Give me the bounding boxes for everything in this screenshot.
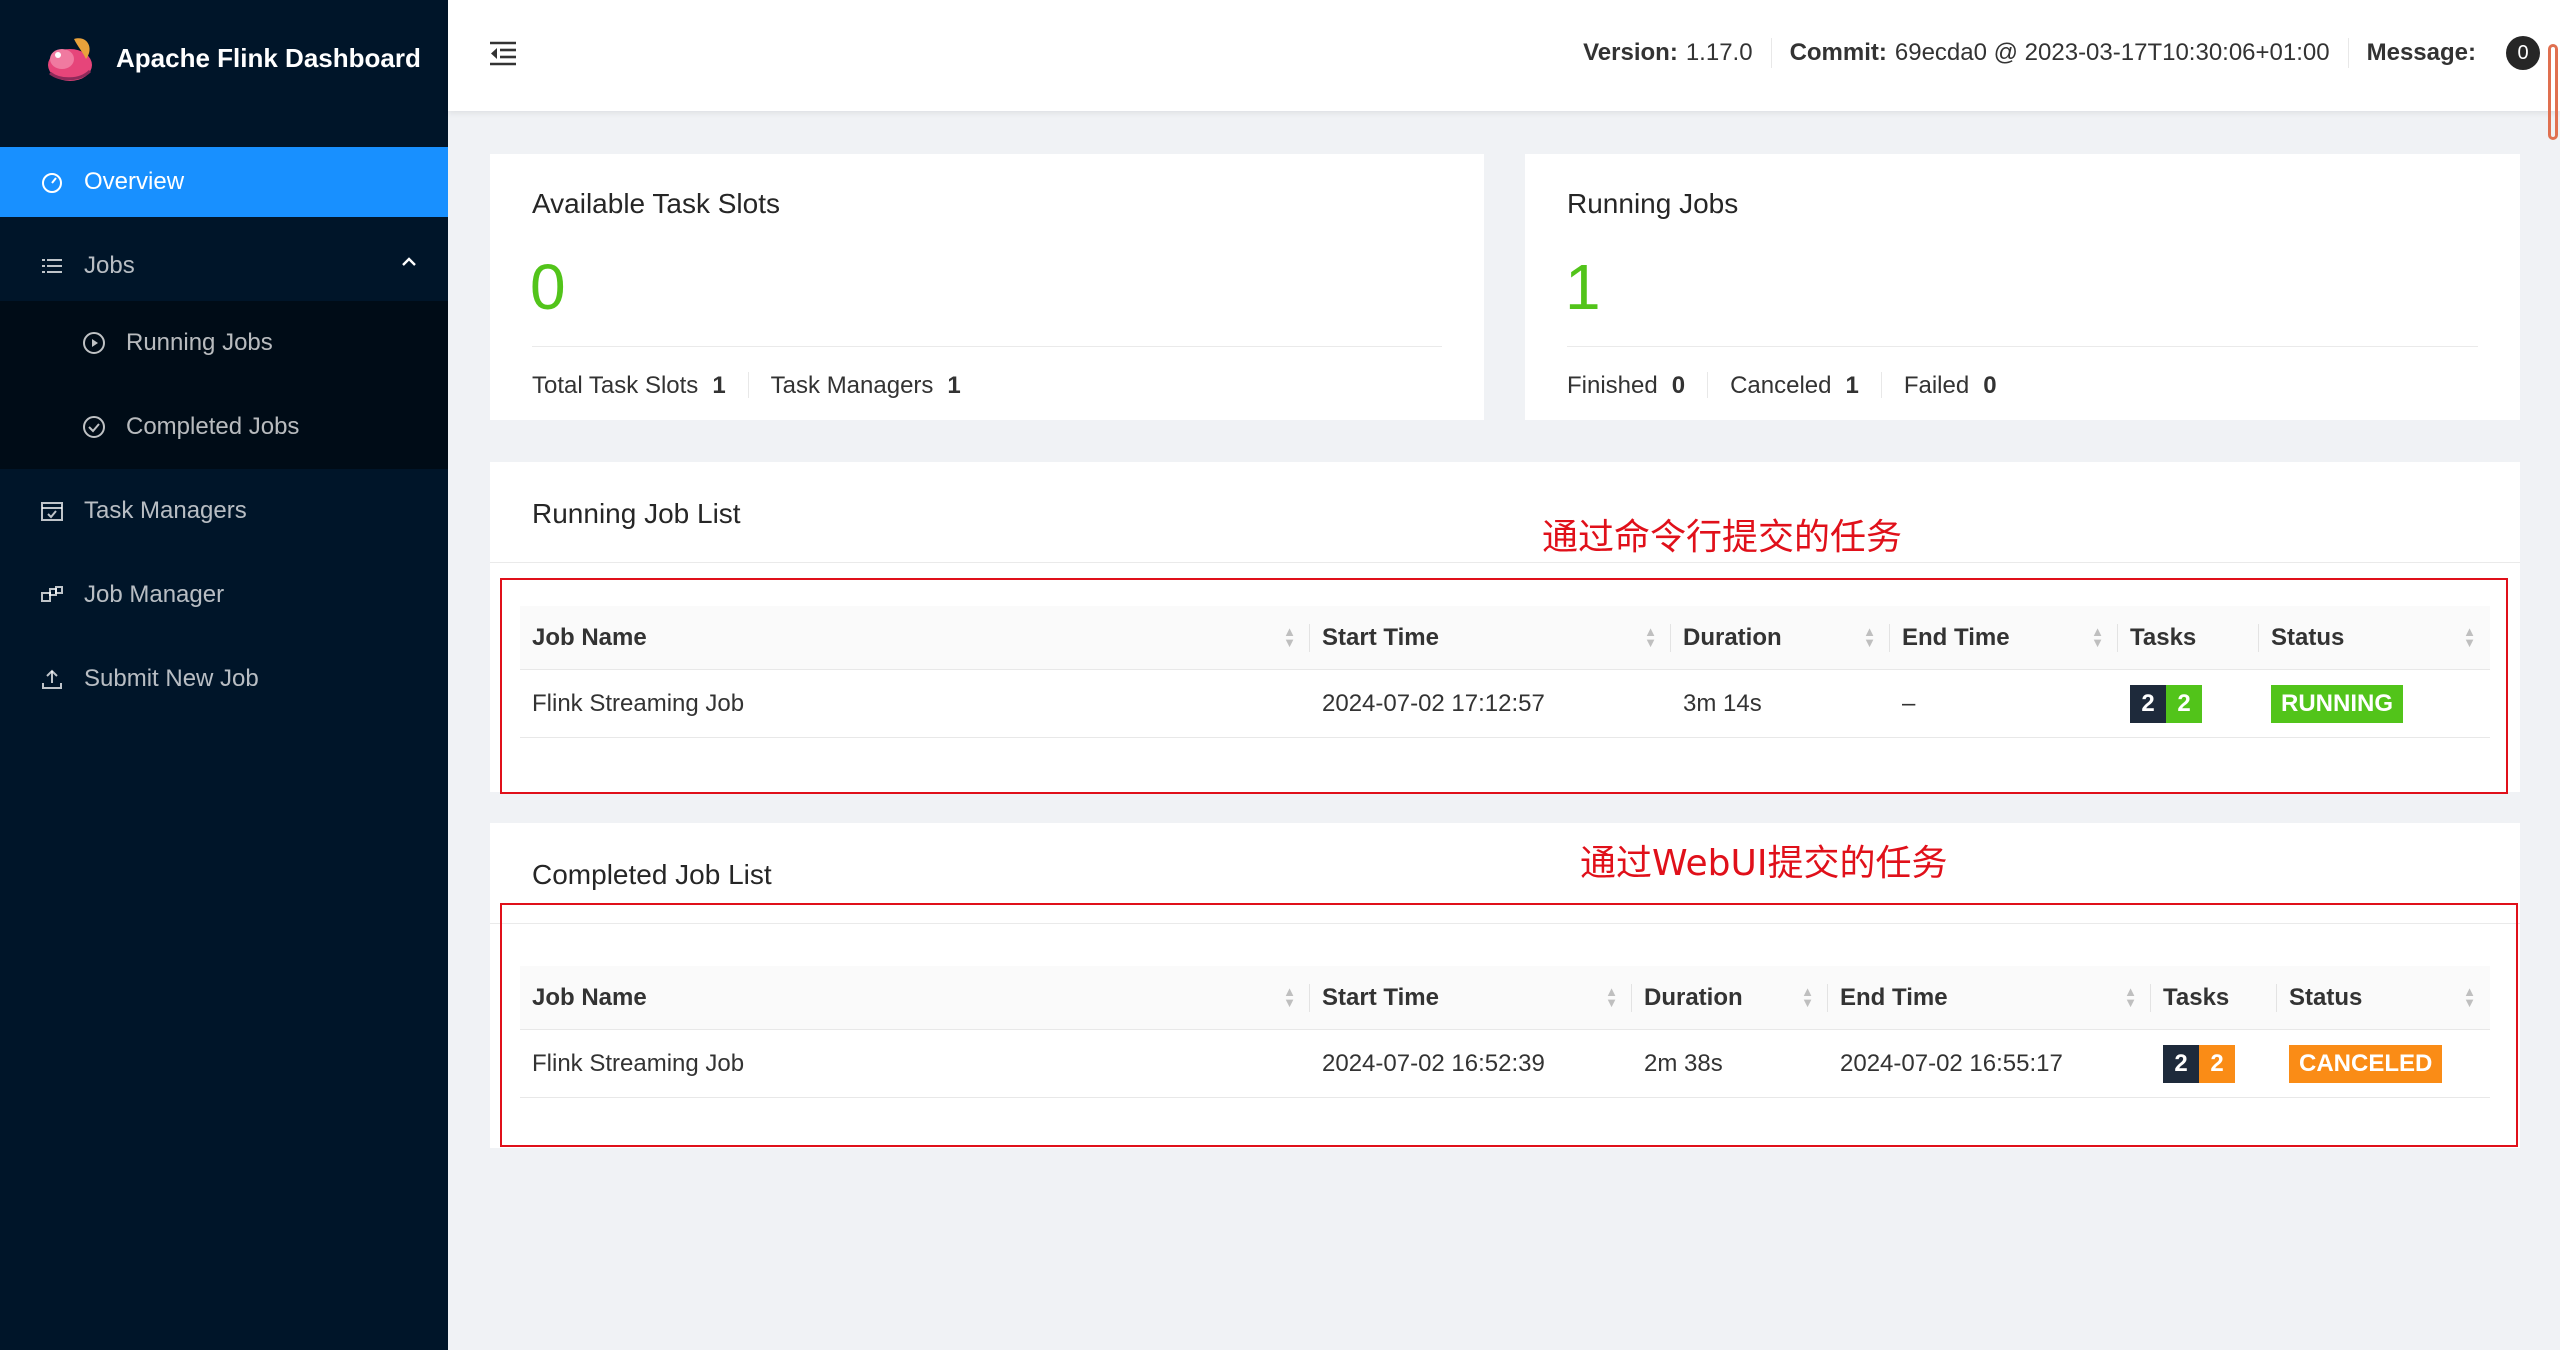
sidebar-item-label: Task Managers: [84, 497, 247, 524]
header-info: Version: 1.17.0 Commit: 69ecda0 @ 2023-0…: [1583, 36, 2540, 70]
sidebar: Apache Flink Dashboard Overview Jobs Run…: [0, 0, 448, 1350]
finished-count: Finished 0: [1567, 372, 1685, 400]
sidebar-item-label: Jobs: [84, 252, 135, 279]
sidebar-item-label: Completed Jobs: [126, 413, 300, 440]
sidebar-item-job-manager[interactable]: Job Manager: [0, 553, 448, 637]
annotation-completed-box: [500, 903, 2518, 1147]
canceled-label: Canceled: [1730, 372, 1832, 399]
divider: [747, 372, 749, 398]
failed-label: Failed: [1903, 372, 1970, 399]
total-slots: Total Task Slots 1: [532, 372, 726, 400]
card-footer: Finished 0 Canceled 1 Failed 0: [1567, 372, 1997, 400]
failed-value: 0: [1983, 372, 1997, 399]
sidebar-item-label: Submit New Job: [84, 665, 259, 692]
total-slots-value: 1: [712, 372, 726, 399]
divider: [1567, 346, 2478, 347]
sidebar-item-task-managers[interactable]: Task Managers: [0, 469, 448, 553]
menu-fold-icon[interactable]: [488, 38, 518, 68]
version-label: Version:: [1583, 39, 1678, 66]
sidebar-item-completed-jobs[interactable]: Completed Jobs: [0, 385, 448, 469]
annotation-running-box: [500, 578, 2508, 794]
message-count-badge[interactable]: 0: [2506, 36, 2540, 70]
canceled-count: Canceled 1: [1730, 372, 1859, 400]
card-title: Running Job List: [532, 498, 741, 529]
chevron-up-icon: [400, 253, 418, 277]
build-icon: [40, 583, 64, 607]
divider: [532, 346, 1442, 347]
divider: [490, 562, 2520, 563]
commit-value: 69ecda0 @ 2023-03-17T10:30:06+01:00: [1894, 39, 2330, 66]
divider: [2347, 38, 2349, 68]
canceled-value: 1: [1845, 372, 1859, 399]
task-managers-value: 1: [947, 372, 961, 399]
finished-value: 0: [1671, 372, 1686, 399]
dashboard-icon: [40, 170, 64, 194]
sidebar-item-jobs[interactable]: Jobs: [0, 231, 448, 301]
version-value: 1.17.0: [1685, 39, 1753, 66]
divider: [1770, 38, 1772, 68]
finished-label: Finished: [1567, 372, 1658, 399]
total-slots-label: Total Task Slots: [532, 372, 699, 399]
card-title: Completed Job List: [532, 859, 772, 890]
task-managers-count: Task Managers 1: [771, 372, 961, 400]
card-title: Available Task Slots: [532, 188, 780, 219]
list-icon: [40, 254, 64, 278]
brand[interactable]: Apache Flink Dashboard: [0, 0, 448, 116]
play-circle-icon: [82, 331, 106, 355]
sidebar-item-label: Overview: [84, 168, 185, 195]
running-jobs-card: Running Jobs 1 Finished 0 Canceled 1 Faile…: [1525, 154, 2520, 420]
header: Version: 1.17.0 Commit: 69ecda0 @ 2023-0…: [448, 0, 2560, 140]
upload-icon: [40, 667, 64, 691]
sidebar-item-running-jobs[interactable]: Running Jobs: [0, 301, 448, 385]
divider: [1880, 372, 1882, 398]
schedule-icon: [40, 499, 64, 523]
scroll-indicator: [2548, 44, 2558, 140]
annotation-running-label: 通过命令行提交的任务: [1542, 517, 1903, 558]
card-title: Running Jobs: [1567, 188, 1739, 219]
task-slots-card: Available Task Slots 0 Total Task Slots 1…: [490, 154, 1484, 420]
sidebar-item-overview[interactable]: Overview: [0, 147, 448, 217]
task-managers-label: Task Managers: [770, 372, 934, 399]
jobs-submenu: Running Jobs Completed Jobs: [0, 301, 448, 469]
brand-title: Apache Flink Dashboard: [116, 42, 421, 73]
squirrel-logo-icon: [40, 29, 98, 87]
running-jobs-value: 1: [1565, 251, 1601, 323]
commit-label: Commit:: [1789, 39, 1887, 66]
available-slots-value: 0: [530, 251, 566, 323]
annotation-completed-label: 通过WebUI提交的任务: [1580, 843, 1948, 884]
message-label: Message:: [2366, 39, 2476, 66]
sidebar-item-label: Running Jobs: [126, 329, 273, 356]
sidebar-item-submit-new-job[interactable]: Submit New Job: [0, 637, 448, 721]
card-footer: Total Task Slots 1 Task Managers 1: [532, 372, 961, 400]
check-circle-icon: [82, 415, 106, 439]
sidebar-item-label: Job Manager: [84, 581, 225, 608]
divider: [1707, 372, 1709, 398]
failed-count: Failed 0: [1904, 372, 1997, 400]
